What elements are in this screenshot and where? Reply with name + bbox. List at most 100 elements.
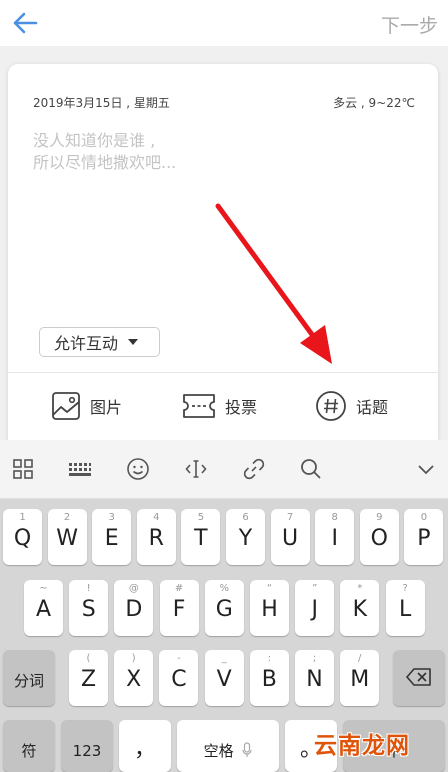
key-secondary-label: % (219, 583, 230, 594)
key-label: B (261, 667, 277, 692)
key-secondary-label: “ (266, 583, 273, 594)
key-secondary-label: / (358, 653, 362, 664)
key-secondary-label: _ (221, 653, 227, 664)
key-label: X (126, 667, 142, 692)
key-secondary-label: 8 (331, 512, 338, 523)
post-date: 2019年3月15日 , 星期五 (33, 96, 170, 110)
key-label: H (261, 597, 278, 622)
microphone-icon (242, 742, 252, 757)
comma-key-label: ， (133, 737, 156, 762)
key-label: O (370, 526, 388, 551)
interaction-permission-dropdown[interactable]: 允许互动 (39, 327, 160, 357)
key-t[interactable]: 5T (181, 509, 221, 565)
next-step-button[interactable]: 下一步 (381, 11, 438, 38)
add-vote-button[interactable]: 投票 (182, 390, 257, 422)
numeric-key[interactable]: 123 (61, 720, 113, 772)
key-secondary-label: ; (312, 653, 317, 664)
key-label: K (352, 597, 368, 622)
emoji-icon[interactable] (126, 457, 150, 481)
space-key[interactable]: 空格 (177, 720, 279, 772)
key-label: N (306, 667, 323, 692)
placeholder-line-2: 所以尽情地撒欢吧... (33, 153, 177, 172)
backspace-icon (406, 668, 431, 686)
key-label: D (125, 597, 143, 622)
key-j[interactable]: ” J (295, 580, 335, 636)
key-y[interactable]: 6Y (226, 509, 265, 565)
key-secondary-label: - (177, 653, 181, 664)
key-label: C (171, 667, 187, 692)
comma-key[interactable]: ， (119, 720, 171, 772)
key-s[interactable]: ! S (69, 580, 109, 636)
key-o[interactable]: 9O (359, 509, 399, 565)
key-u[interactable]: 7U (270, 509, 310, 565)
key-secondary-label: : (267, 653, 271, 664)
key-secondary-label: ~ (39, 583, 48, 594)
vote-option-label: 投票 (225, 398, 258, 417)
image-option-label: 图片 (90, 398, 123, 417)
key-q[interactable]: 1Q (3, 509, 42, 565)
key-z[interactable]: (Z (69, 650, 108, 706)
key-secondary-label: # (174, 583, 184, 594)
back-arrow-icon[interactable] (10, 8, 40, 38)
search-icon[interactable] (299, 457, 323, 481)
key-secondary-label: 1 (19, 512, 26, 523)
key-p[interactable]: 0P (404, 509, 444, 565)
segment-key[interactable]: 分词 (3, 650, 55, 706)
key-g[interactable]: % G (204, 580, 244, 636)
post-text-input[interactable]: 没人知道你是谁 , 所以尽情地撒欢吧... (33, 130, 176, 174)
key-secondary-label: ” (312, 583, 318, 594)
key-label: V (216, 667, 232, 692)
key-w[interactable]: 2W (47, 509, 87, 565)
key-r[interactable]: 4R (136, 509, 176, 565)
key-label: Y (238, 526, 253, 551)
key-label: R (148, 526, 164, 551)
watermark-logo: 云南龙网 (314, 733, 410, 759)
key-label: Z (80, 667, 97, 692)
symbol-key[interactable]: 符 (3, 720, 55, 772)
key-f[interactable]: # F (159, 580, 199, 636)
image-icon (52, 392, 80, 420)
grid-menu-icon[interactable] (11, 457, 35, 481)
key-label: S (81, 597, 96, 622)
placeholder-line-1: 没人知道你是谁 , (33, 131, 156, 150)
key-h[interactable]: “H (250, 580, 289, 636)
link-icon[interactable] (242, 457, 266, 481)
key-label: W (56, 526, 78, 551)
key-k[interactable]: * K (340, 580, 380, 636)
key-b[interactable]: :B (249, 650, 289, 706)
key-secondary-label: @ (128, 583, 139, 594)
key-label: P (417, 526, 431, 551)
add-image-button[interactable]: 图片 (51, 390, 122, 422)
key-secondary-label: * (357, 583, 363, 594)
key-secondary-label: 5 (197, 512, 205, 523)
key-v[interactable]: _ V (204, 650, 244, 706)
keyboard-layout-icon[interactable] (68, 457, 92, 481)
key-e[interactable]: 3E (92, 509, 132, 565)
key-n[interactable]: ; N (295, 650, 334, 706)
post-weather: 多云 , 9~22℃ (333, 96, 415, 110)
segment-key-label: 分词 (13, 672, 44, 690)
chevron-down-icon[interactable] (414, 457, 438, 481)
key-i[interactable]: 8I (315, 509, 355, 565)
key-secondary-label: 7 (286, 512, 294, 523)
space-key-label: 空格 (177, 738, 279, 764)
key-label: I (331, 526, 338, 551)
add-topic-button[interactable]: 话题 (315, 390, 388, 422)
cursor-move-icon[interactable] (184, 457, 208, 481)
key-secondary-label: ? (402, 583, 408, 594)
key-d[interactable]: @ D (114, 580, 154, 636)
divider (8, 372, 438, 373)
key-secondary-label: 4 (153, 512, 160, 523)
key-label: A (35, 597, 52, 622)
key-label: G (215, 597, 233, 622)
key-x[interactable]: ) X (114, 650, 154, 706)
post-editor-card: 2019年3月15日 , 星期五 多云 , 9~22℃ 没人知道你是谁 , 所以… (8, 64, 438, 440)
symbol-key-label: 符 (21, 742, 37, 760)
backspace-key[interactable] (393, 650, 445, 706)
key-c[interactable]: -C (159, 650, 199, 706)
key-a[interactable]: ~ A (24, 580, 63, 636)
key-l[interactable]: ? L (385, 580, 425, 636)
numeric-key-label: 123 (72, 742, 102, 760)
key-secondary-label: ! (86, 583, 91, 594)
key-m[interactable]: / M (340, 650, 380, 706)
